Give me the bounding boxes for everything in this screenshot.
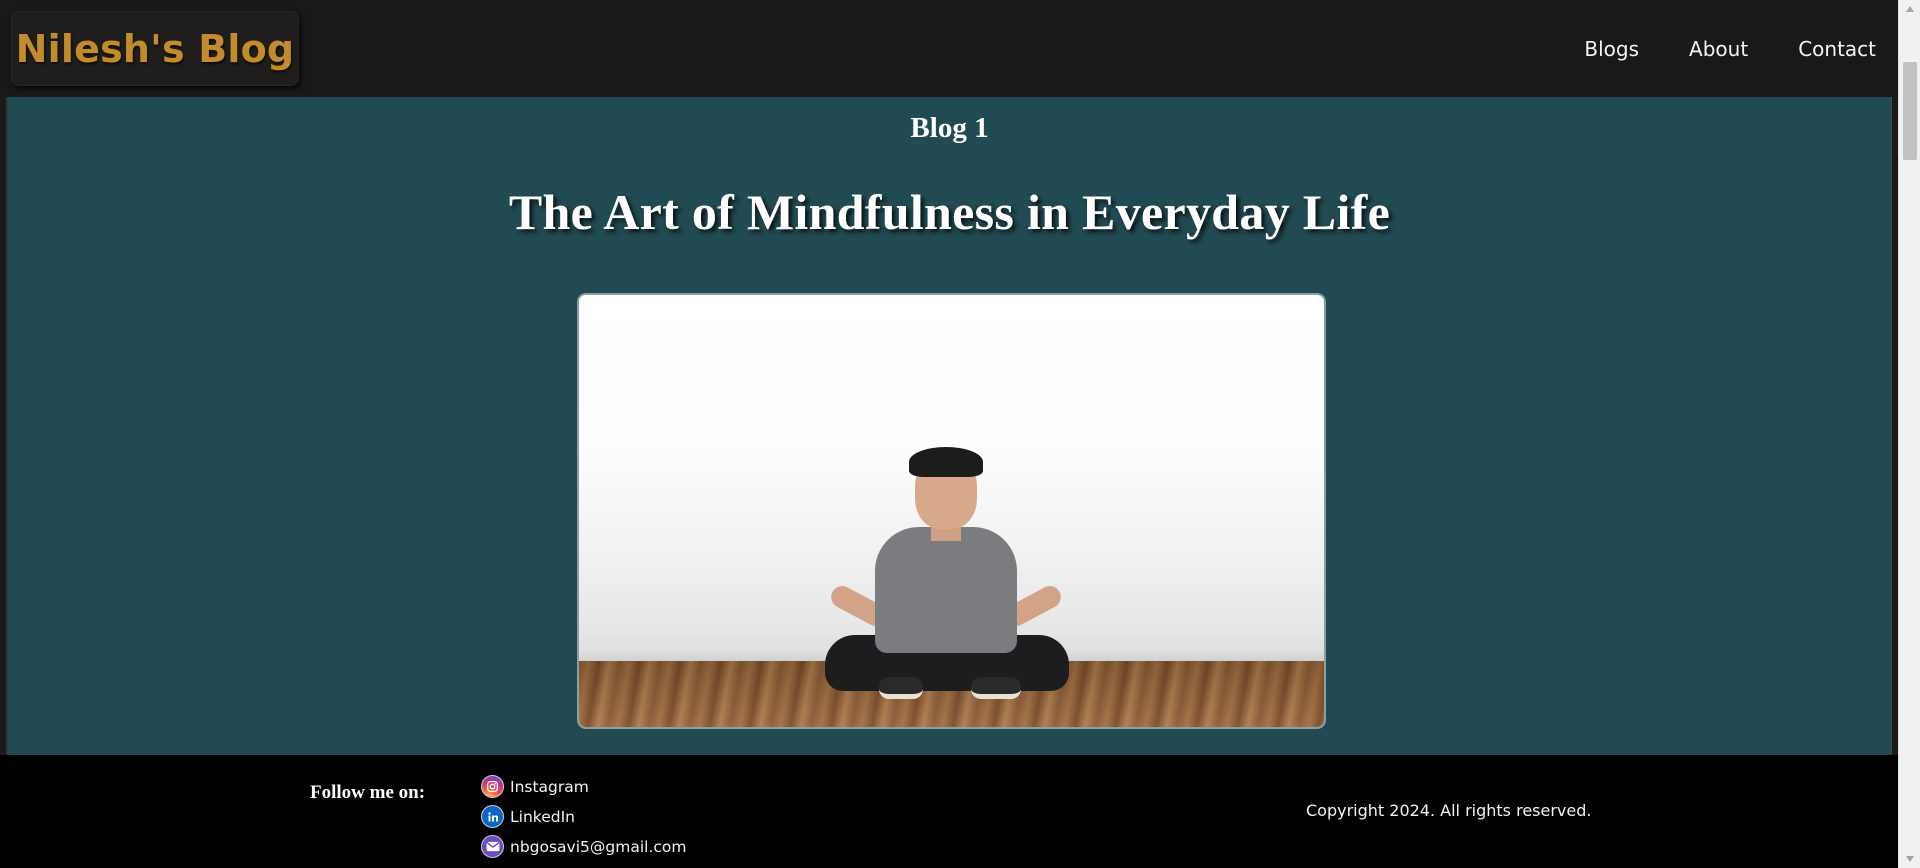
blog-content: Blog 1 The Art of Mindfulness in Everyda… bbox=[6, 97, 1892, 755]
nav-link-about[interactable]: About bbox=[1689, 37, 1748, 61]
blog-hero-image bbox=[577, 293, 1326, 729]
copyright-text: Copyright 2024. All rights reserved. bbox=[1306, 801, 1592, 820]
header: Nilesh's Blog Blogs About Contact bbox=[0, 0, 1898, 97]
social-links: Instagram LinkedIn nbgosavi5@gmail.com bbox=[481, 775, 686, 858]
nav-link-blogs[interactable]: Blogs bbox=[1584, 37, 1639, 61]
linkedin-icon bbox=[481, 805, 504, 828]
brand-title: Nilesh's Blog bbox=[15, 26, 295, 71]
main-nav: Blogs About Contact bbox=[1584, 37, 1876, 61]
scroll-down-arrow-icon[interactable] bbox=[1899, 850, 1920, 868]
footer: Follow me on: Instagram LinkedIn nbgosav… bbox=[0, 755, 1898, 868]
scroll-up-arrow-icon[interactable] bbox=[1899, 0, 1920, 18]
follow-label: Follow me on: bbox=[310, 782, 426, 803]
scrollbar-thumb[interactable] bbox=[1903, 62, 1917, 160]
vertical-scrollbar[interactable] bbox=[1898, 0, 1920, 868]
blog-number: Blog 1 bbox=[910, 112, 989, 144]
social-label-instagram: Instagram bbox=[510, 777, 589, 796]
instagram-icon bbox=[481, 775, 504, 798]
email-icon bbox=[481, 835, 504, 858]
social-label-email: nbgosavi5@gmail.com bbox=[510, 837, 687, 856]
social-label-linkedin: LinkedIn bbox=[510, 807, 575, 826]
image-meditating-person bbox=[579, 295, 1324, 727]
blog-title: The Art of Mindfulness in Everyday Life bbox=[508, 184, 1391, 240]
social-link-linkedin[interactable]: LinkedIn bbox=[481, 805, 686, 828]
nav-link-contact[interactable]: Contact bbox=[1798, 37, 1876, 61]
social-link-email[interactable]: nbgosavi5@gmail.com bbox=[481, 835, 686, 858]
social-link-instagram[interactable]: Instagram bbox=[481, 775, 686, 798]
page: Nilesh's Blog Blogs About Contact Blog 1… bbox=[0, 0, 1920, 868]
brand-logo[interactable]: Nilesh's Blog bbox=[11, 11, 299, 86]
